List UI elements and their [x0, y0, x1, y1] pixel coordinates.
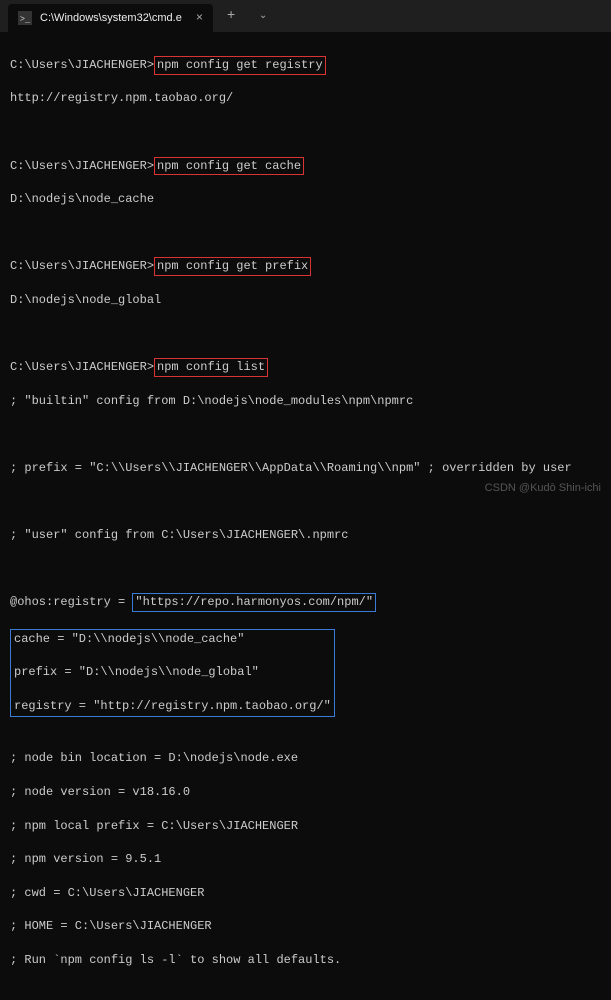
- output-line: cache = "D:\\nodejs\\node_cache": [14, 631, 331, 648]
- terminal-output[interactable]: C:\Users\JIACHENGER>npm config get regis…: [0, 32, 611, 1000]
- output-line: ; "builtin" config from D:\nodejs\node_m…: [10, 393, 601, 410]
- output-line: prefix = "D:\\nodejs\\node_global": [14, 664, 331, 681]
- output-line: @ohos:registry =: [10, 595, 132, 609]
- svg-text:>_: >_: [20, 15, 31, 25]
- output-line: registry = "http://registry.npm.taobao.o…: [14, 698, 331, 715]
- new-tab-button[interactable]: +: [217, 2, 245, 30]
- tab-active[interactable]: >_ C:\Windows\system32\cmd.e ×: [8, 4, 213, 32]
- value-highlight: "https://repo.harmonyos.com/npm/": [132, 593, 376, 612]
- output-line: D:\nodejs\node_cache: [10, 191, 601, 208]
- prompt: C:\Users\JIACHENGER>: [10, 159, 154, 173]
- prompt: C:\Users\JIACHENGER>: [10, 58, 154, 72]
- command-highlight: npm config list: [154, 358, 268, 377]
- config-block-highlight: cache = "D:\\nodejs\\node_cache" prefix …: [10, 629, 335, 717]
- output-line: http://registry.npm.taobao.org/: [10, 90, 601, 107]
- command-highlight: npm config get prefix: [154, 257, 311, 276]
- output-line: ; Run `npm config ls -l` to show all def…: [10, 952, 601, 969]
- output-line: ; node bin location = D:\nodejs\node.exe: [10, 750, 601, 767]
- output-line: ; node version = v18.16.0: [10, 784, 601, 801]
- output-line: ; prefix = "C:\\Users\\JIACHENGER\\AppDa…: [10, 460, 601, 477]
- output-line: D:\nodejs\node_global: [10, 292, 601, 309]
- cmd-icon: >_: [18, 11, 32, 25]
- command-highlight: npm config get registry: [154, 56, 326, 75]
- command-highlight: npm config get cache: [154, 157, 304, 176]
- output-line: ; npm version = 9.5.1: [10, 851, 601, 868]
- prompt: C:\Users\JIACHENGER>: [10, 259, 154, 273]
- output-line: ; cwd = C:\Users\JIACHENGER: [10, 885, 601, 902]
- window-titlebar: >_ C:\Windows\system32\cmd.e × + ⌄: [0, 0, 611, 32]
- watermark: CSDN @Kudō Shin-ichi: [485, 482, 601, 494]
- tab-dropdown-button[interactable]: ⌄: [249, 2, 277, 30]
- output-line: ; "user" config from C:\Users\JIACHENGER…: [10, 527, 601, 544]
- prompt: C:\Users\JIACHENGER>: [10, 360, 154, 374]
- tab-close-button[interactable]: ×: [196, 11, 203, 25]
- tab-title: C:\Windows\system32\cmd.e: [40, 12, 182, 24]
- output-line: ; npm local prefix = C:\Users\JIACHENGER: [10, 818, 601, 835]
- output-line: ; HOME = C:\Users\JIACHENGER: [10, 918, 601, 935]
